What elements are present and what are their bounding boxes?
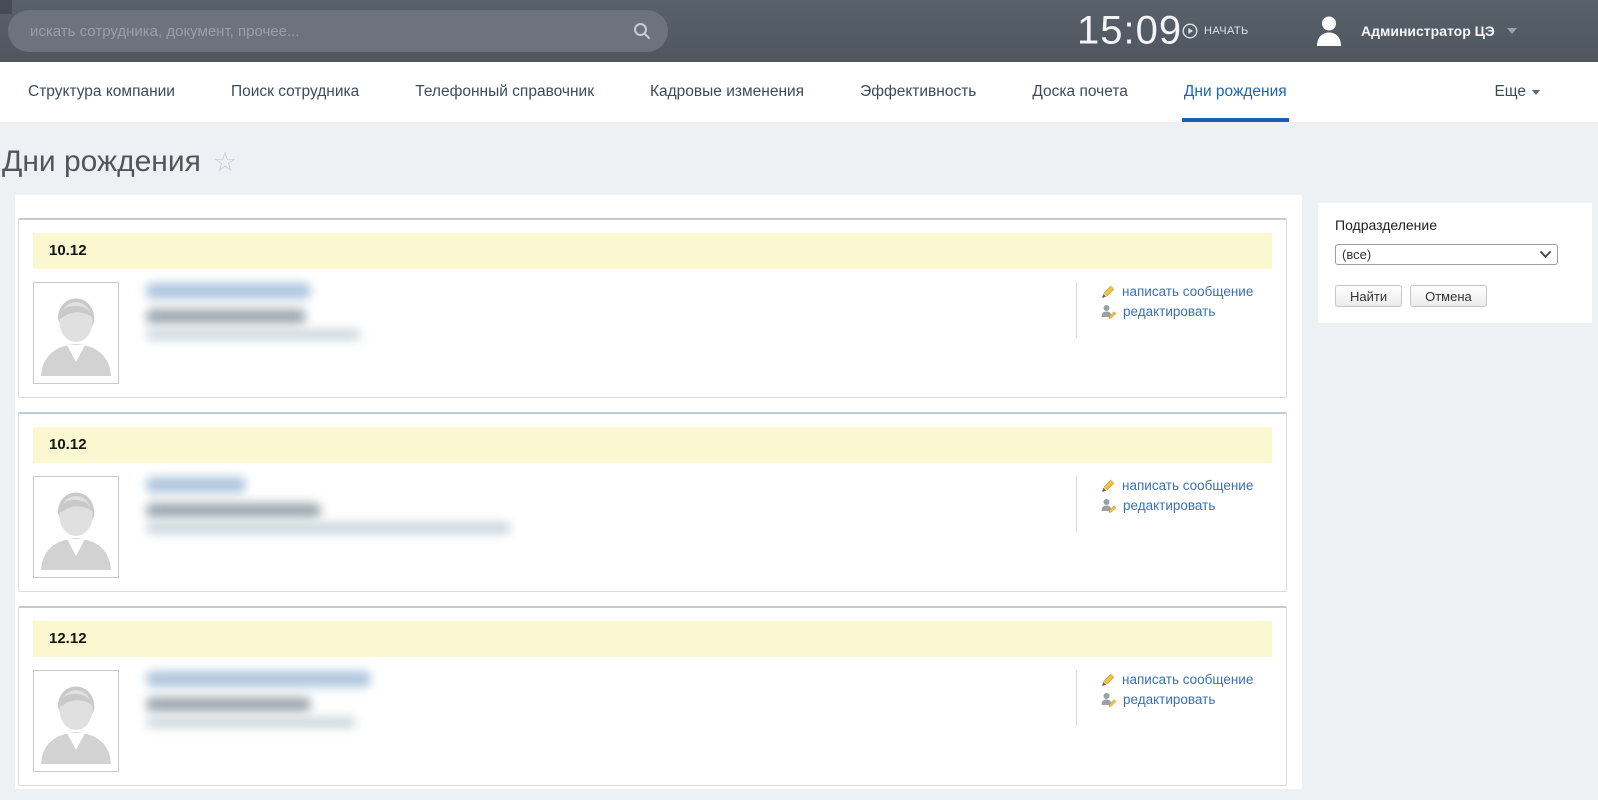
nav-tab-6[interactable]: Доска почета	[1032, 62, 1128, 122]
edit-user-icon	[1101, 692, 1117, 707]
birthday-card: 12.12	[18, 606, 1287, 786]
title-row: Дни рождения ☆	[0, 122, 1598, 195]
department-select[interactable]: (все)	[1335, 244, 1558, 265]
card-actions: написать сообщение редактировать	[1076, 670, 1272, 726]
find-button[interactable]: Найти	[1335, 285, 1402, 307]
nav-more-label: Еще	[1494, 83, 1526, 101]
play-icon	[1182, 23, 1198, 39]
write-message-link[interactable]: написать сообщение	[1101, 478, 1272, 493]
birthday-card: 10.12	[18, 412, 1287, 592]
blurred-person-details	[146, 717, 356, 728]
nav-tab-1[interactable]: Структура компании	[28, 62, 175, 122]
main-row: 10.12	[0, 195, 1598, 789]
start-button[interactable]: НАЧАТЬ	[1182, 23, 1249, 39]
card-actions: написать сообщение редактировать	[1076, 282, 1272, 338]
write-message-link[interactable]: написать сообщение	[1101, 284, 1272, 299]
corner-notch	[0, 0, 12, 14]
favorite-star-icon[interactable]: ☆	[213, 144, 237, 180]
pencil-icon	[1101, 672, 1116, 687]
birthday-card: 10.12	[18, 218, 1287, 398]
person-info	[146, 670, 371, 728]
birthday-date: 10.12	[33, 427, 1272, 463]
blurred-person-details	[146, 329, 361, 340]
main-nav: Структура компании Поиск сотрудника Телефо…	[0, 62, 1598, 122]
page-title: Дни рождения	[2, 144, 201, 180]
write-message-label: написать сообщение	[1122, 672, 1253, 687]
nav-tabs: Структура компании Поиск сотрудника Телефо…	[28, 62, 1287, 122]
blurred-person-details	[146, 522, 511, 534]
department-label: Подразделение	[1335, 217, 1575, 233]
blurred-person-name	[146, 671, 371, 687]
nav-tab-5[interactable]: Эффективность	[860, 62, 976, 122]
blurred-person-details	[146, 697, 311, 712]
search-icon[interactable]	[632, 21, 652, 41]
write-message-label: написать сообщение	[1122, 478, 1253, 493]
search-bar[interactable]	[8, 10, 668, 52]
edit-user-icon	[1101, 498, 1117, 513]
birthday-date: 10.12	[33, 233, 1272, 269]
card-actions: написать сообщение редактировать	[1076, 476, 1272, 532]
edit-link[interactable]: редактировать	[1101, 498, 1272, 513]
write-message-label: написать сообщение	[1122, 284, 1253, 299]
user-name: Администратор ЦЭ	[1361, 23, 1495, 39]
start-label: НАЧАТЬ	[1204, 25, 1249, 37]
filter-panel: Подразделение (все) Найти Отмена	[1318, 203, 1592, 323]
nav-more-menu[interactable]: Еще	[1494, 62, 1540, 122]
chevron-down-icon	[1540, 251, 1551, 258]
nav-tab-2[interactable]: Поиск сотрудника	[231, 62, 359, 122]
edit-link[interactable]: редактировать	[1101, 692, 1272, 707]
search-input[interactable]	[30, 23, 632, 40]
pencil-icon	[1101, 478, 1116, 493]
clock: 15:09	[1077, 9, 1182, 54]
write-message-link[interactable]: написать сообщение	[1101, 672, 1272, 687]
nav-tab-7[interactable]: Дни рождения	[1184, 62, 1287, 122]
user-menu[interactable]: Администратор ЦЭ	[1315, 14, 1517, 48]
edit-label: редактировать	[1123, 498, 1215, 513]
edit-link[interactable]: редактировать	[1101, 304, 1272, 319]
topbar: 15:09 НАЧАТЬ Администратор ЦЭ	[0, 0, 1598, 62]
person-placeholder-icon	[37, 286, 115, 380]
blurred-person-details	[146, 309, 306, 324]
edit-label: редактировать	[1123, 304, 1215, 319]
nav-tab-4[interactable]: Кадровые изменения	[650, 62, 804, 122]
edit-user-icon	[1101, 304, 1117, 319]
avatar[interactable]	[33, 476, 119, 578]
person-placeholder-icon	[37, 480, 115, 574]
avatar[interactable]	[33, 670, 119, 772]
nav-tab-3[interactable]: Телефонный справочник	[415, 62, 594, 122]
avatar[interactable]	[33, 282, 119, 384]
edit-label: редактировать	[1123, 692, 1215, 707]
cancel-button[interactable]: Отмена	[1410, 285, 1487, 307]
person-placeholder-icon	[37, 674, 115, 768]
blurred-person-details	[146, 503, 321, 518]
person-info	[146, 282, 361, 340]
triangle-down-icon	[1532, 90, 1540, 95]
birthday-list: 10.12	[15, 195, 1302, 789]
blurred-person-name	[146, 477, 246, 493]
user-avatar-icon	[1315, 14, 1343, 48]
person-info	[146, 476, 511, 534]
department-select-value: (все)	[1342, 247, 1540, 262]
pencil-icon	[1101, 284, 1116, 299]
blurred-person-name	[146, 283, 311, 299]
chevron-down-icon	[1507, 28, 1517, 34]
birthday-date: 12.12	[33, 621, 1272, 657]
